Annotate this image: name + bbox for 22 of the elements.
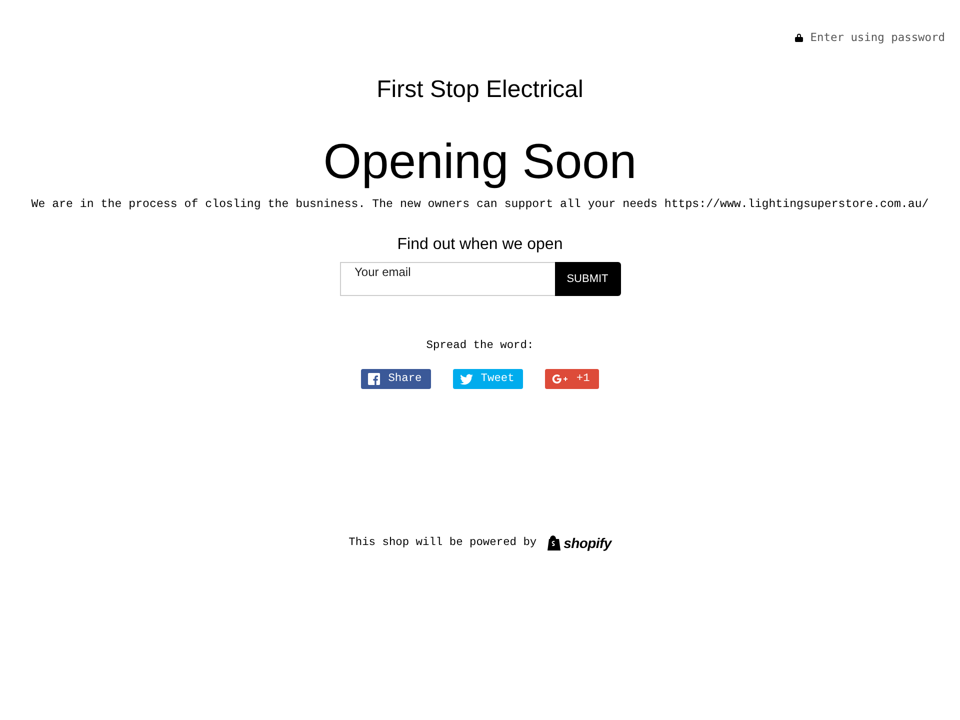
email-field[interactable]: Your email [340,262,554,296]
closing-message: We are in the process of closling the busniness. The new owners can support all your needs https://www.lightingsuperstore.com.au/ [31,197,929,213]
share-label: Tweet [480,373,514,385]
google-plus-icon [552,374,568,384]
share-button[interactable]: +1 [545,369,599,389]
share-button[interactable]: Share [361,369,431,389]
powered-by-text: This shop will be powered by [348,537,537,549]
page-heading: Opening Soon [323,134,637,190]
share-label: Share [388,373,422,385]
logo-word: shopify [564,535,612,551]
link-label: Enter using password [810,30,945,44]
facebook-icon [368,373,380,385]
share-label: +1 [576,373,590,385]
signup-title: Find out when we open [397,235,563,255]
submit-button[interactable]: SUBMIT [554,262,620,296]
spread-label: Spread the word: [426,340,534,352]
shop-logo[interactable]: shopify [546,535,612,551]
bird-icon [460,374,473,384]
enter-password-link[interactable]: Enter using password [795,28,945,46]
shop-name: First Stop Electrical [376,76,584,104]
shopping-bag-icon [546,535,561,551]
lock-icon [795,32,804,42]
